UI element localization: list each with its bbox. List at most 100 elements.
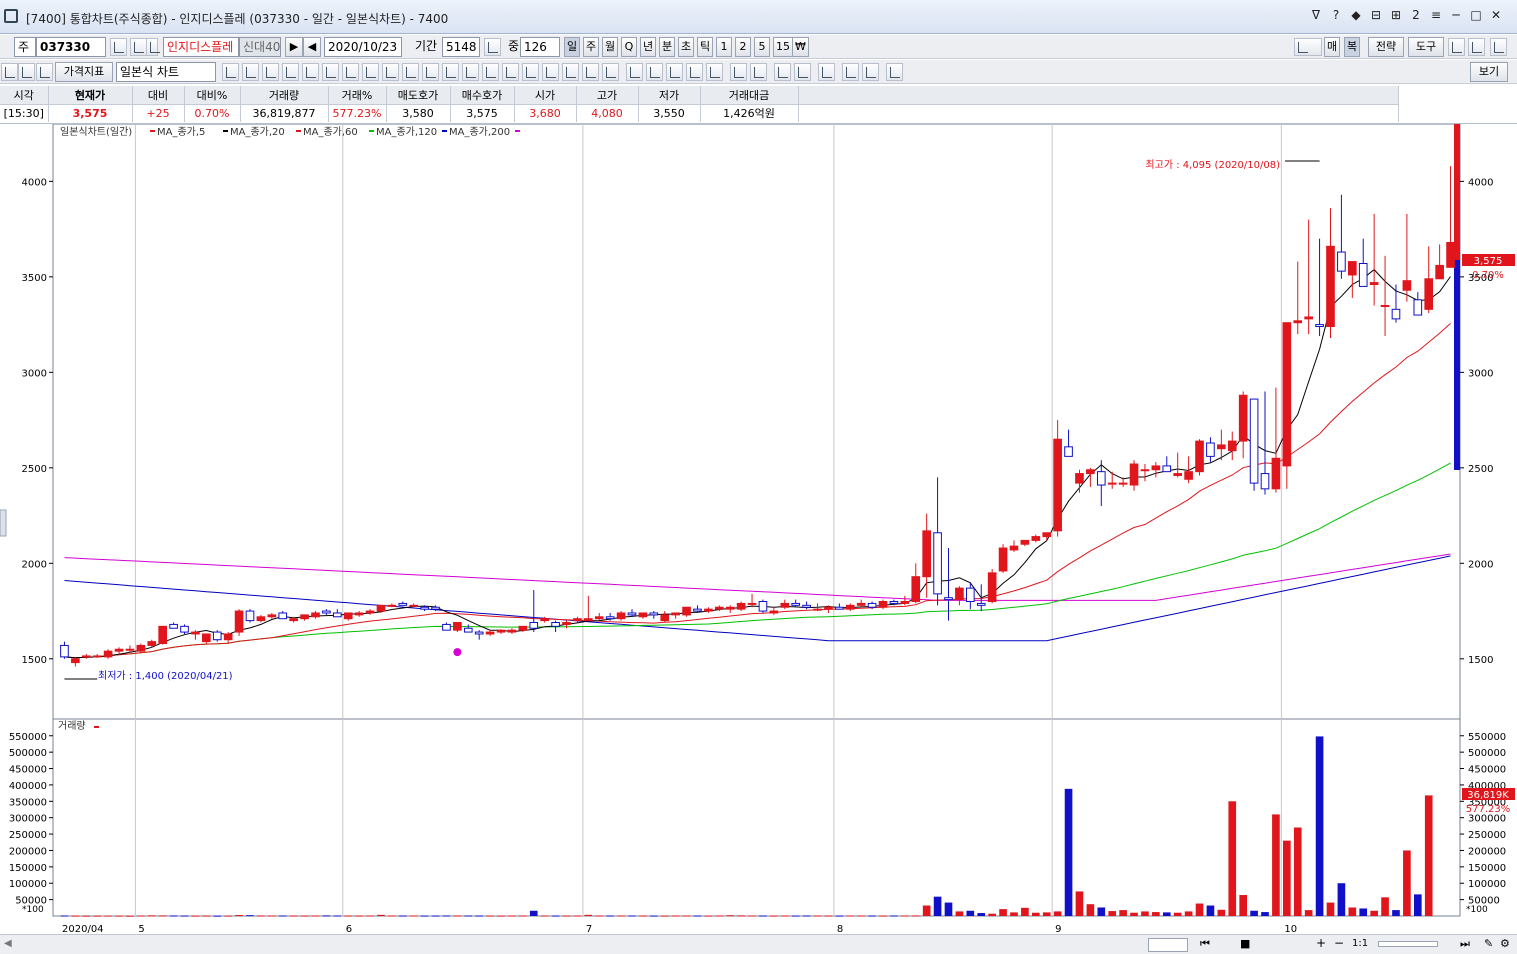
period-second-button[interactable]: 초 [678,37,695,57]
help-icon[interactable]: ? [1329,8,1343,22]
currency-button[interactable]: ₩ [792,37,809,57]
edit-icon[interactable] [36,63,53,81]
search-zoom-icon[interactable] [794,63,811,81]
period-input[interactable]: 5148 [442,37,480,57]
candle-body [714,606,724,610]
wrench-icon[interactable] [1490,38,1507,56]
window-close-icon[interactable]: ✕ [1489,8,1503,22]
period-year-button[interactable]: 년 [640,37,657,57]
arrow-down-shape-icon[interactable] [646,63,663,81]
square-icon[interactable] [750,63,767,81]
window-minimize-icon[interactable]: ─ [1449,8,1463,22]
stepper-icon[interactable] [484,38,501,56]
diamond-icon[interactable]: ◆ [1349,8,1363,22]
grid-icon[interactable] [382,63,399,81]
period-1-button[interactable]: 1 [716,37,732,57]
menu-icon[interactable]: ≡ [1429,8,1443,22]
delete-icon[interactable] [886,63,903,81]
save-icon[interactable] [1468,38,1485,56]
pencil-icon[interactable] [502,63,519,81]
compound-button[interactable]: 복 [1344,37,1361,57]
prev-stock-button[interactable]: ◀ [303,37,321,57]
trendline-icon[interactable] [222,63,239,81]
screen-split-icon[interactable]: ⊟ [1369,8,1383,22]
cloud-icon[interactable] [1294,38,1322,56]
play-first-icon[interactable]: ⏮ [1200,937,1210,951]
box-icon[interactable] [602,63,619,81]
screen-expand-icon[interactable]: ⊞ [1389,8,1403,22]
candle-body [223,633,233,641]
screen-number-icon[interactable]: 2 [1409,8,1423,22]
pitchfork-icon[interactable] [462,63,479,81]
candle-body [518,625,528,631]
arrow-left-shape-icon[interactable] [666,63,683,81]
arc-icon[interactable] [262,63,279,81]
period-quarter-button[interactable]: Q [621,37,637,57]
arrow-up-shape-icon[interactable] [626,63,643,81]
count-input[interactable]: 126 [520,37,560,57]
zoom-in-icon[interactable]: + [1316,936,1326,950]
search-icon[interactable] [110,38,127,56]
period-minute-button[interactable]: 분 [659,37,676,57]
zoom-ratio[interactable]: 1:1 [1352,938,1368,949]
fan-icon[interactable] [282,63,299,81]
print-icon[interactable] [1448,38,1465,56]
chart-scrollbar[interactable]: ◀ ⏮ ■ + − 1:1 ⏭ ✎ ⚙ [0,934,1517,954]
period-day-button[interactable]: 일 [564,37,581,57]
arrow-up-icon[interactable] [1,63,18,81]
table-icon[interactable] [402,63,419,81]
settings-icon[interactable] [818,63,835,81]
hline-icon[interactable] [302,63,319,81]
gann-icon[interactable] [422,63,439,81]
parallel-icon[interactable] [482,63,499,81]
market-select[interactable]: 주 [14,37,36,57]
zoom-icon[interactable] [774,63,791,81]
strategy-button[interactable]: 전략 [1368,37,1404,57]
indicator-button[interactable]: 가격지표 [55,62,113,82]
view-button[interactable]: 보기 [1470,62,1508,82]
channel-icon[interactable] [442,63,459,81]
zigzag-icon[interactable] [862,63,879,81]
volume-bar [431,915,440,917]
zoom-out-icon[interactable]: − [1334,936,1344,950]
marker-icon[interactable] [522,63,539,81]
next-stock-button[interactable]: ▶ [285,37,303,57]
scroll-left-icon[interactable]: ◀ [4,938,12,949]
eraser-icon[interactable] [562,63,579,81]
tools-button[interactable]: 도구 [1408,37,1444,57]
edit-icon[interactable]: ✎ [1484,937,1493,950]
scroll-thumb[interactable] [1148,938,1188,952]
fibonacci-icon[interactable] [362,63,379,81]
cross-icon[interactable] [342,63,359,81]
period-15-button[interactable]: 15 [773,37,793,57]
date-input[interactable]: 2020/10/23 [324,37,402,57]
trade-button[interactable]: 매 [1324,37,1341,57]
candlestick-chart[interactable]: 2020/04 5 6 7 8 9 10 1500 1500 2000 2000 2500 2500 30… [0,124,1517,934]
wave-icon[interactable] [842,63,859,81]
text-shape-icon[interactable] [706,63,723,81]
period-5-button[interactable]: 5 [754,37,770,57]
period-2-button[interactable]: 2 [735,37,751,57]
candle-body [398,602,408,606]
period-month-button[interactable]: 월 [602,37,619,57]
note-icon[interactable] [582,63,599,81]
angle-icon[interactable] [242,63,259,81]
vline-icon[interactable] [322,63,339,81]
window-maximize-icon[interactable]: □ [1469,8,1483,22]
chart-type-select[interactable]: 일본식 차트 [116,62,216,82]
arrows-horizontal-icon[interactable] [18,63,35,81]
circle-icon[interactable] [730,63,747,81]
settings-icon[interactable]: ⚙ [1500,937,1510,950]
zoom-slider[interactable] [1378,941,1438,947]
arrow-right-shape-icon[interactable] [686,63,703,81]
period-week-button[interactable]: 주 [583,37,600,57]
play-last-icon[interactable]: ⏭ [1460,937,1470,951]
chevron-down-icon[interactable] [146,38,160,56]
stop-icon[interactable]: ■ [1240,937,1250,950]
stock-code-input[interactable]: 037330 [36,37,106,57]
minimize-icon[interactable]: ᐁ [1309,8,1323,22]
sort-icon[interactable] [130,38,147,56]
volume-title: 거래량 [58,720,86,732]
color-icon[interactable] [542,63,559,81]
period-tick-button[interactable]: 틱 [697,37,714,57]
